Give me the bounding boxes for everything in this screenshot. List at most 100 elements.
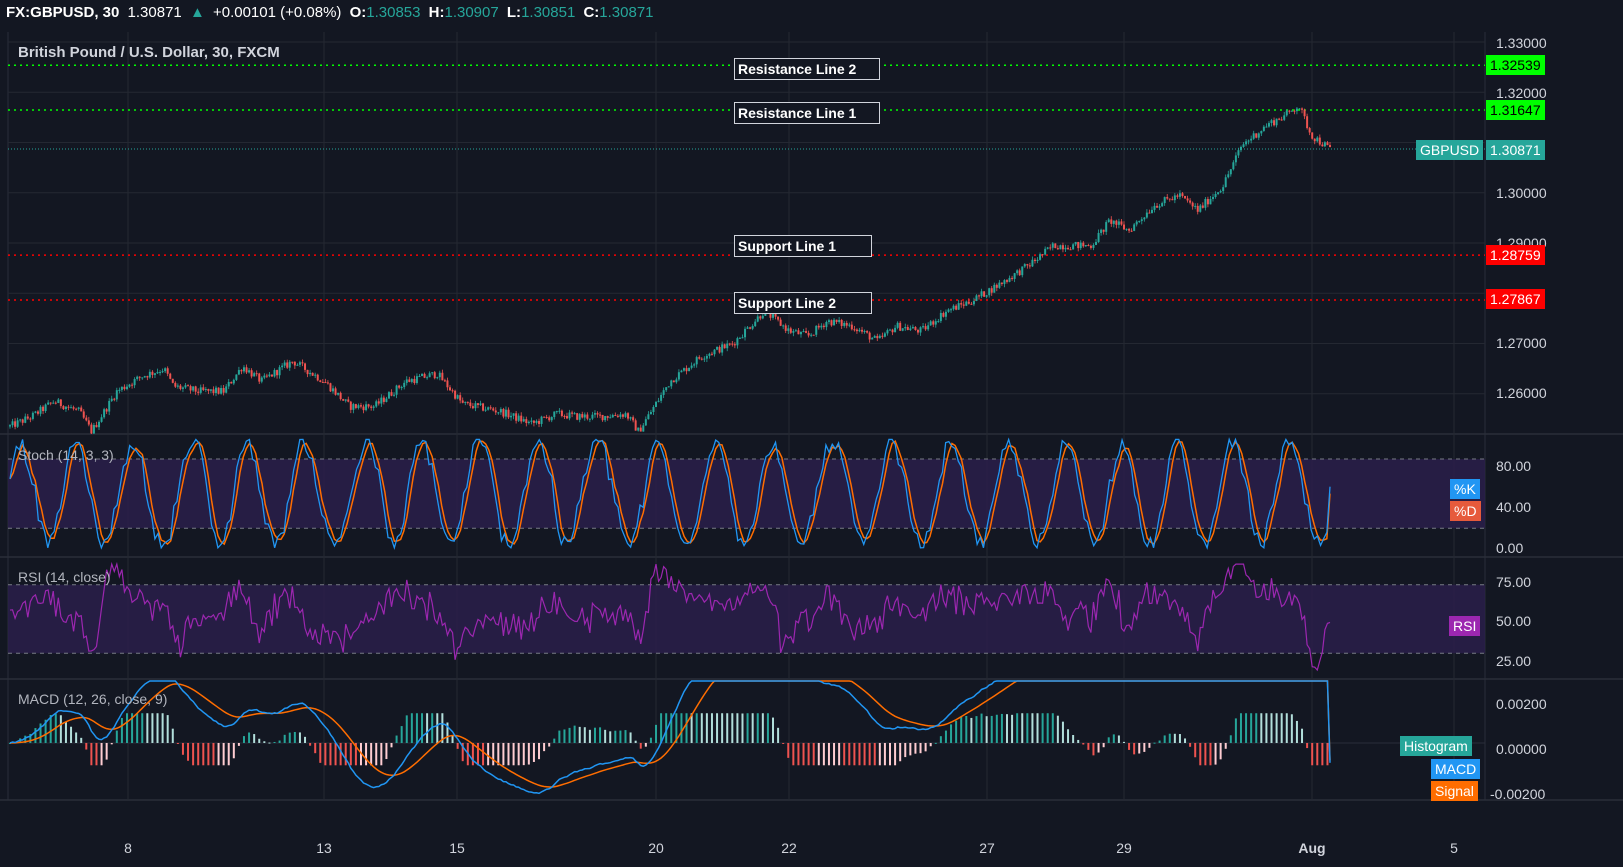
candle-body: [731, 343, 734, 345]
candle-body: [1318, 137, 1321, 145]
candle-body: [1194, 205, 1197, 207]
histogram-bar: [1301, 728, 1304, 743]
candle-body: [143, 376, 146, 378]
candle-body: [461, 400, 464, 403]
histogram-bar: [278, 740, 281, 743]
resistance-line-1-label[interactable]: Resistance Line 1: [734, 102, 880, 124]
histogram-bar: [1051, 713, 1054, 743]
candle-body: [502, 408, 505, 417]
price-tick: 1.26000: [1496, 385, 1547, 401]
histogram-bar: [1275, 713, 1278, 743]
candle-body: [385, 398, 388, 402]
candle-body: [225, 386, 228, 393]
rsi-pane-label[interactable]: RSI (14, close): [18, 569, 111, 585]
candle-body: [304, 363, 307, 370]
candle-body: [934, 321, 937, 325]
candle-body: [471, 406, 474, 409]
candle-body: [792, 331, 795, 333]
candle-body: [492, 408, 495, 411]
chart-canvas[interactable]: [0, 0, 1623, 867]
candle-body: [845, 322, 848, 326]
candle-body: [510, 415, 513, 418]
candle-body: [1031, 259, 1034, 267]
candle-body: [576, 413, 579, 420]
candle-body: [75, 408, 78, 410]
candle-body: [937, 321, 940, 323]
candle-body: [344, 399, 347, 401]
histogram-bar: [955, 720, 958, 743]
candle-body: [365, 404, 368, 411]
candle-body: [789, 328, 792, 333]
candle-body: [721, 344, 724, 353]
candle-body: [212, 389, 215, 393]
histogram-bar: [456, 742, 459, 749]
candle-body: [1107, 219, 1110, 223]
candle-body: [838, 320, 841, 322]
candle-body: [47, 402, 50, 405]
x-tick-label: 5: [1450, 840, 1458, 856]
histogram-bar: [1000, 713, 1003, 743]
candle-body: [655, 401, 658, 407]
candle-body: [1013, 273, 1016, 279]
resistance-line-2-label[interactable]: Resistance Line 2: [734, 58, 880, 80]
candle-body: [1138, 220, 1141, 222]
candle-body: [1054, 243, 1057, 249]
candle-body: [466, 401, 469, 403]
histogram-bar: [868, 742, 871, 766]
candle-body: [1181, 193, 1184, 196]
candle-body: [1148, 212, 1151, 214]
histogram-bar: [1031, 713, 1034, 743]
candle-body: [1242, 144, 1245, 147]
candle-body: [443, 380, 446, 382]
candle-body: [1255, 133, 1258, 138]
macd-pane-label[interactable]: MACD (12, 26, close, 9): [18, 691, 167, 707]
histogram-bar: [1265, 713, 1268, 743]
candle-body: [169, 373, 172, 379]
histogram-bar: [532, 742, 535, 762]
stoch-pane-label[interactable]: Stoch (14, 3, 3): [18, 447, 114, 463]
histogram-bar: [751, 713, 754, 743]
symbol-name[interactable]: FX:GBPUSD, 30: [6, 4, 119, 21]
candle-body: [960, 303, 963, 305]
candle-body: [530, 420, 533, 422]
candle-body: [965, 301, 968, 306]
histogram-bar: [1229, 735, 1232, 743]
candle-body: [202, 387, 205, 390]
histogram-bar: [558, 730, 561, 743]
histogram-bar: [187, 742, 190, 761]
candle-body: [301, 362, 304, 364]
histogram-bar: [1087, 742, 1090, 750]
candle-body: [1074, 241, 1077, 245]
candle-body: [718, 347, 721, 353]
candle-body: [423, 373, 426, 378]
price-tick: 1.27000: [1496, 335, 1547, 351]
support-line-2-label[interactable]: Support Line 2: [734, 292, 872, 314]
histogram-bar: [782, 742, 785, 744]
candle-body: [944, 311, 947, 317]
candle-body: [1262, 126, 1265, 131]
histogram-bar: [436, 713, 439, 743]
candle-body: [82, 411, 85, 418]
candle-body: [1308, 128, 1311, 133]
candle-body: [370, 406, 373, 408]
histogram-bar: [293, 731, 296, 743]
candle-body: [1283, 115, 1286, 120]
candle-body: [1112, 220, 1115, 224]
candle-body: [777, 316, 780, 320]
histogram-bar: [838, 742, 841, 766]
candle-body: [1234, 155, 1237, 163]
candle-body: [44, 404, 47, 412]
histogram-bar: [1077, 739, 1080, 743]
support-line-1-label[interactable]: Support Line 1: [734, 235, 872, 257]
histogram-bar: [242, 736, 245, 743]
last-price: 1.30871: [127, 4, 182, 21]
histogram-bar: [975, 716, 978, 743]
candle-body: [29, 418, 32, 420]
candle-body: [31, 412, 34, 419]
histogram-bar: [227, 742, 230, 766]
candle-body: [583, 414, 586, 418]
histogram-bar: [1173, 733, 1176, 743]
candle-body: [1069, 249, 1072, 251]
candle-body: [1092, 244, 1095, 248]
histogram-bar: [802, 742, 805, 766]
